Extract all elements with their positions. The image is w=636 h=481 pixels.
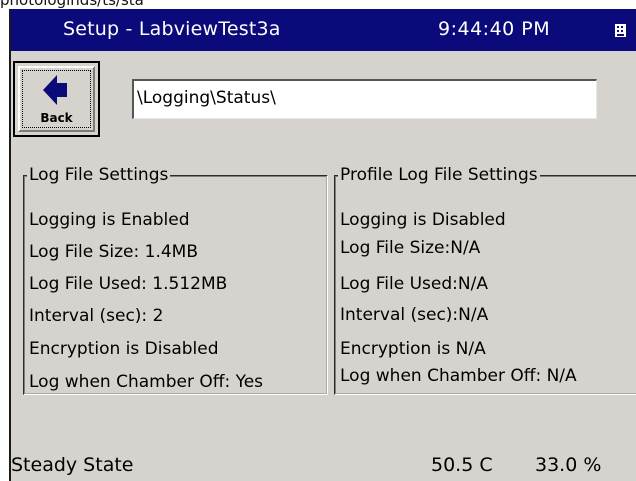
log-encryption-row: Encryption is Disabled — [29, 339, 219, 359]
status-humidity: 33.0 % — [535, 454, 602, 476]
window-title: Setup - LabviewTest3a — [63, 18, 281, 40]
profile-log-interval-row: Interval (sec):N/A — [340, 305, 489, 325]
profile-log-used-row: Log File Used:N/A — [340, 274, 488, 294]
back-button[interactable]: Back — [13, 61, 100, 137]
profile-log-file-settings-group: Profile Log File Settings Logging is Dis… — [334, 167, 636, 395]
back-button-label: Back — [40, 111, 73, 125]
profile-log-size-row: Log File Size:N/A — [340, 238, 481, 258]
profile-log-encryption-row: Encryption is N/A — [340, 339, 486, 359]
status-temperature: 50.5 C — [431, 454, 493, 476]
clipped-caption-text: photologinds/ts/sta — [0, 0, 144, 9]
log-chamber-off-row: Log when Chamber Off: Yes — [29, 372, 264, 392]
log-file-settings-heading: Log File Settings — [29, 165, 169, 185]
clipped-caption: photologinds/ts/sta — [0, 0, 636, 9]
log-size-row: Log File Size: 1.4MB — [29, 242, 199, 262]
path-field[interactable]: \Logging\Status\ — [132, 79, 597, 119]
profile-log-status-row: Logging is Disabled — [340, 210, 506, 230]
device-screen: Setup - LabviewTest3a 9:44:40 PM Back \L… — [9, 9, 636, 481]
profile-log-file-settings-heading: Profile Log File Settings — [340, 165, 538, 185]
status-state: Steady State — [11, 454, 134, 476]
log-file-settings-group: Log File Settings Logging is Enabled Log… — [23, 167, 328, 395]
keyboard-icon[interactable] — [615, 24, 626, 37]
log-used-row: Log File Used: 1.512MB — [29, 274, 228, 294]
log-status-row: Logging is Enabled — [29, 210, 190, 230]
arrow-left-icon — [43, 75, 67, 105]
clock: 9:44:40 PM — [438, 18, 551, 40]
title-bar: Setup - LabviewTest3a 9:44:40 PM — [11, 9, 636, 51]
profile-log-chamber-off-row: Log when Chamber Off: N/A — [340, 366, 577, 386]
log-interval-row: Interval (sec): 2 — [29, 306, 164, 326]
